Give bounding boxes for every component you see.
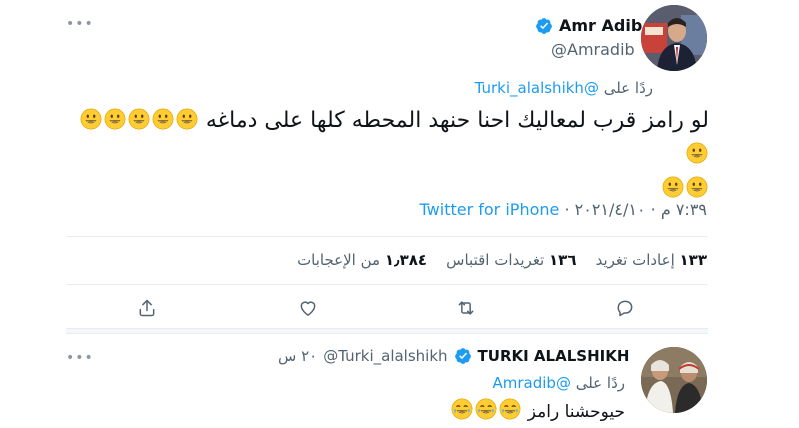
reply-body: حيوحشنا رامز: [450, 398, 625, 422]
more-options-icon[interactable]: •••: [66, 350, 94, 366]
retweet-icon: [458, 301, 474, 315]
grinning-emoji-icon: [104, 108, 126, 130]
tweet-body: لو رامز قرب لمعاليك احنا حنهد المحطه كله…: [69, 104, 709, 206]
reply-avatar-image: [641, 347, 707, 413]
like-button[interactable]: [295, 295, 321, 321]
tweet-meta: ٧:٣٩ م · ٢٠٢١/٤/١٠ · Twitter for iPhone: [420, 200, 707, 219]
engagement-stats: ١٣٣ إعادات تغريد ١٣٦ تغريدات اقتباس ١٫٣٨…: [297, 251, 707, 269]
reply-time[interactable]: ٢٠ س: [278, 347, 317, 365]
replying-to-line: ردًا على @Turki_alalshikh: [475, 79, 653, 97]
grinning-emoji-icon: [80, 108, 102, 130]
replying-to-mention[interactable]: @Turki_alalshikh: [475, 79, 599, 97]
likes-stat[interactable]: ١٫٣٨٤ من الإعجابات: [297, 251, 427, 269]
grinning-emoji-icon: [662, 176, 684, 198]
replying-to-prefix: ردًا على: [603, 79, 653, 97]
meta-separator: ·: [564, 200, 570, 219]
reply-author-row: ٢٠ س @Turki_alalshikh TURKI ALALSHIKH: [278, 347, 629, 365]
grinning-emoji-icon: [128, 108, 150, 130]
tweet-text: لو رامز قرب لمعاليك احنا حنهد المحطه كله…: [205, 108, 709, 133]
share-button[interactable]: [134, 295, 160, 321]
reply-button[interactable]: [612, 295, 638, 321]
tears-of-joy-emoji-icon: [499, 398, 521, 420]
reply-author-handle[interactable]: @Turki_alalshikh: [323, 347, 447, 365]
avatar-image: [641, 5, 707, 71]
emoji-run-reply: [450, 398, 522, 422]
like-icon: [300, 301, 316, 316]
tears-of-joy-emoji-icon: [475, 398, 497, 420]
grinning-emoji-icon: [686, 142, 708, 164]
verified-badge-icon: [536, 17, 552, 34]
author-handle[interactable]: @Amradib: [551, 40, 635, 59]
author-row: Amr Adib: [535, 16, 642, 35]
author-display-name[interactable]: Amr Adib: [559, 16, 642, 35]
verified-badge-icon: [454, 348, 471, 364]
grinning-emoji-icon: [686, 176, 708, 198]
tears-of-joy-emoji-icon: [451, 398, 473, 420]
grinning-emoji-icon: [152, 108, 174, 130]
quotes-stat[interactable]: ١٣٦ تغريدات اقتباس: [446, 251, 576, 269]
retweet-button[interactable]: [453, 295, 479, 321]
section-divider: [66, 328, 708, 334]
tweet-timestamp[interactable]: ٧:٣٩ م · ٢٠٢١/٤/١٠: [575, 200, 707, 219]
reply-author-display-name[interactable]: TURKI ALALSHIKH: [478, 347, 630, 365]
reply-replying-to-line: ردًا على @Amradib: [492, 374, 625, 392]
emoji-run-line2: [661, 176, 709, 201]
reply-icon: [617, 300, 633, 317]
retweets-stat[interactable]: ١٣٣ إعادات تغريد: [596, 251, 707, 269]
tweet-source-link[interactable]: Twitter for iPhone: [420, 200, 560, 219]
reply-avatar[interactable]: [641, 347, 707, 413]
reply-text: حيوحشنا رامز: [527, 402, 625, 422]
avatar[interactable]: [641, 5, 707, 71]
replying-to-mention[interactable]: @Amradib: [492, 374, 570, 392]
divider: [66, 284, 708, 285]
more-options-icon[interactable]: •••: [66, 16, 94, 32]
share-icon: [139, 299, 155, 317]
replying-to-prefix: ردًا على: [575, 374, 625, 392]
divider: [66, 236, 708, 237]
grinning-emoji-icon: [176, 108, 198, 130]
